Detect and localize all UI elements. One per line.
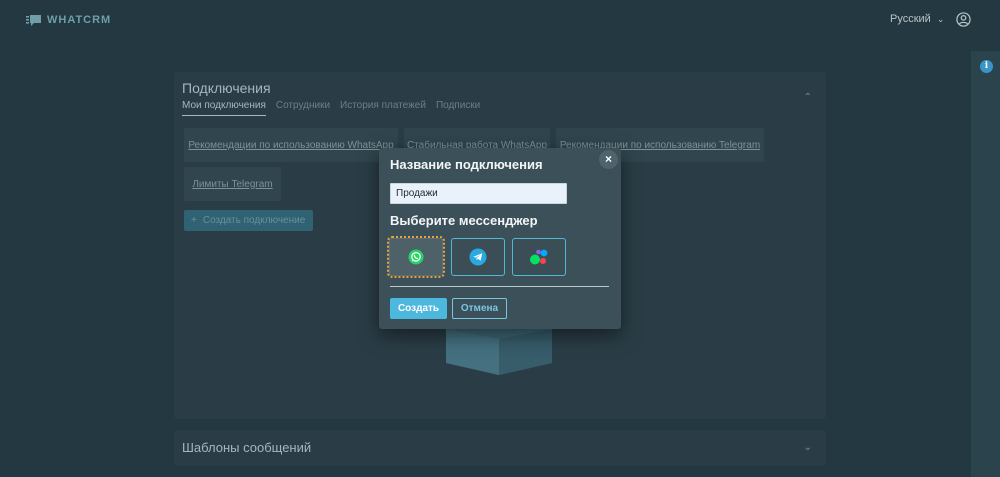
side-panel <box>971 51 1000 477</box>
messenger-option-avito[interactable] <box>512 238 566 276</box>
top-bar: WHATCRM Русский ⌄ <box>0 0 1000 40</box>
chevron-down-icon: ⌄ <box>936 13 945 24</box>
card-title: Подключения <box>182 80 271 96</box>
tab-my-connections[interactable]: Мои подключения <box>182 100 266 116</box>
chevron-up-icon[interactable]: ⌃ <box>804 92 812 103</box>
logo[interactable]: WHATCRM <box>26 14 111 26</box>
create-connection-label: Создать подключение <box>202 215 306 226</box>
modal-divider <box>390 286 609 287</box>
chevron-down-icon[interactable]: ⌄ <box>804 442 812 453</box>
create-connection-button[interactable]: + Создать подключение <box>184 210 313 231</box>
info-icon[interactable]: i <box>980 60 993 73</box>
create-button[interactable]: Создать <box>390 298 447 319</box>
message-templates-card[interactable]: Шаблоны сообщений ⌄ <box>174 430 826 466</box>
link-telegram-limits[interactable]: Лимиты Telegram <box>184 167 281 201</box>
language-selector[interactable]: Русский ⌄ <box>890 13 944 25</box>
new-connection-modal: × Название подключения Выберите мессендж… <box>379 148 621 329</box>
close-icon[interactable]: × <box>599 150 618 169</box>
language-label: Русский <box>890 13 931 25</box>
empty-box-illustration <box>446 329 552 375</box>
logo-text: WHATCRM <box>47 14 112 26</box>
messenger-subtitle: Выберите мессенджер <box>390 213 538 228</box>
avito-icon <box>530 249 548 265</box>
link-whatsapp-recommendations[interactable]: Рекомендации по использованию WhatsApp <box>184 128 398 162</box>
connection-name-input[interactable] <box>390 183 567 204</box>
messenger-option-whatsapp[interactable] <box>387 236 445 278</box>
tab-employees[interactable]: Сотрудники <box>276 100 330 116</box>
cancel-button[interactable]: Отмена <box>452 298 507 319</box>
plus-icon: + <box>191 215 197 226</box>
modal-title: Название подключения <box>390 157 543 172</box>
messenger-option-telegram[interactable] <box>451 238 505 276</box>
user-account-icon[interactable] <box>956 12 971 27</box>
message-templates-title: Шаблоны сообщений <box>182 440 312 455</box>
tab-subscriptions[interactable]: Подписки <box>436 100 480 116</box>
tab-payment-history[interactable]: История платежей <box>340 100 426 116</box>
logo-icon <box>26 14 41 26</box>
tabs: Мои подключения Сотрудники История плате… <box>182 100 480 116</box>
telegram-icon <box>469 248 487 266</box>
whatsapp-icon <box>408 249 424 265</box>
